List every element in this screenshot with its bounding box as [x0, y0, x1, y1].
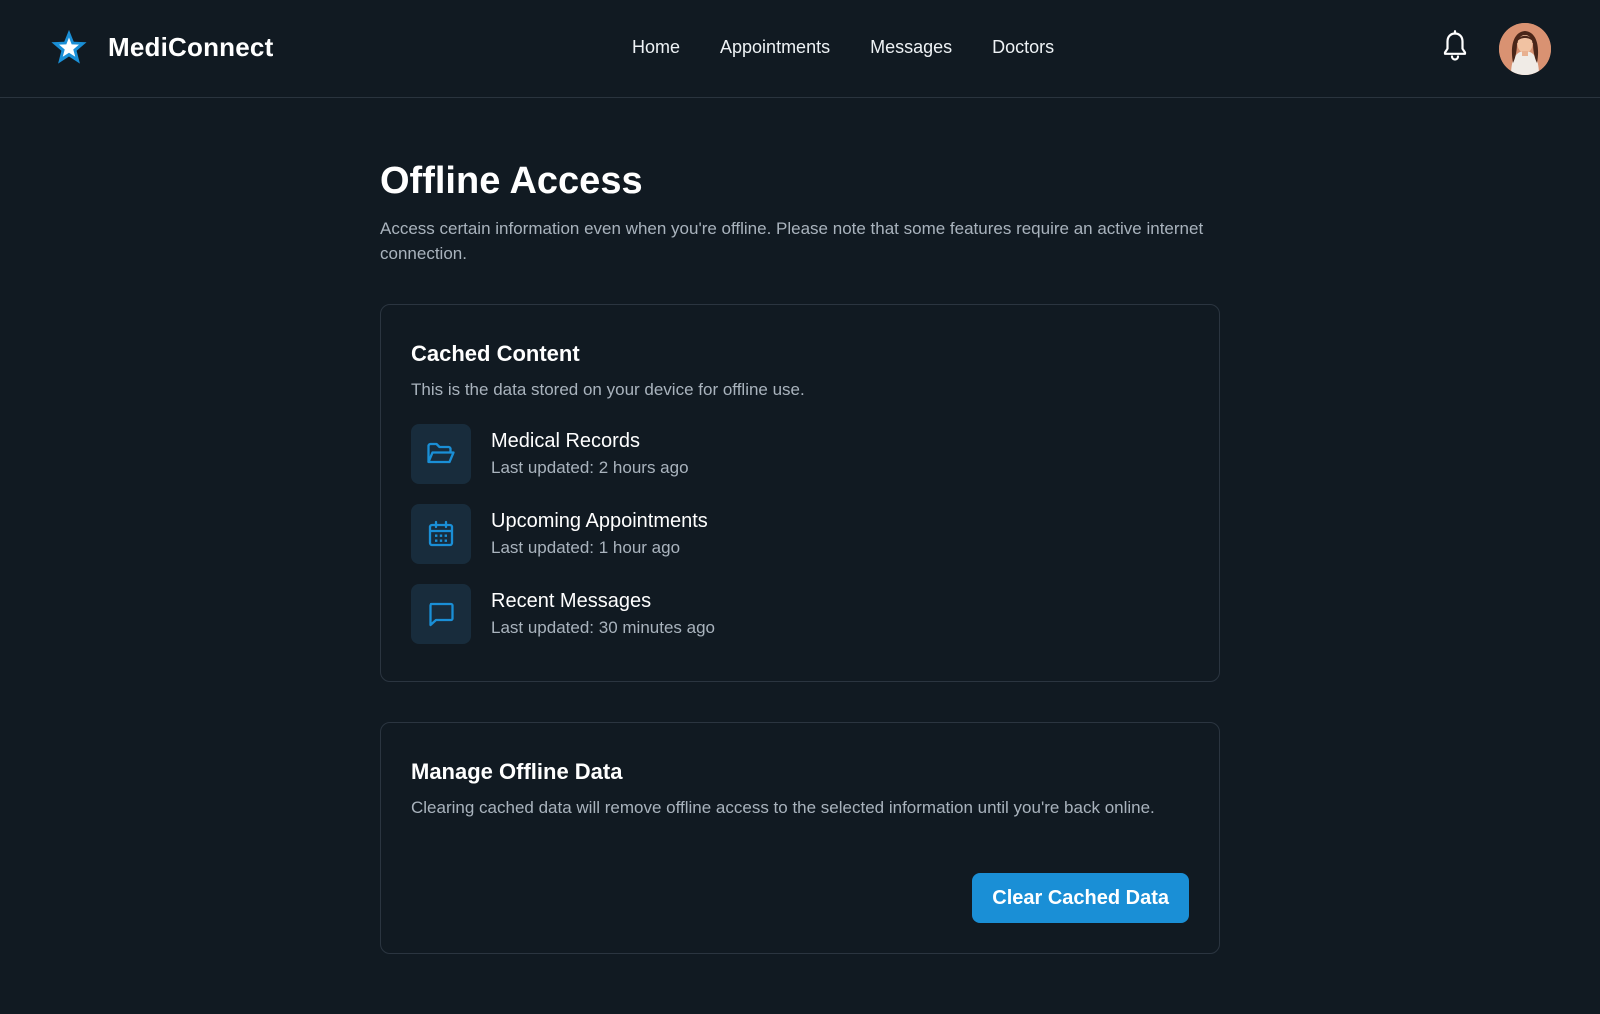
item-title: Recent Messages: [491, 590, 652, 612]
top-navigation-bar: MediConnect Home Appointments Messages D…: [0, 0, 1600, 98]
avatar-portrait-icon: [1499, 23, 1551, 75]
item-updated: Last updated: 2 hours ago: [491, 458, 689, 477]
manage-offline-data-description: Clearing cached data will remove offline…: [411, 798, 1155, 817]
message-icon: [411, 584, 471, 644]
nav-home[interactable]: Home: [632, 37, 680, 58]
item-title: Medical Records: [491, 430, 640, 452]
page-title: Offline Access: [380, 160, 643, 202]
nav-appointments[interactable]: Appointments: [720, 37, 830, 58]
cached-items-list: Medical Records Last updated: 2 hours ag…: [411, 424, 1189, 644]
star-icon: [51, 29, 87, 64]
cached-content-title: Cached Content: [411, 341, 580, 366]
bell-icon[interactable]: [1441, 30, 1469, 62]
manage-offline-data-title: Manage Offline Data: [411, 759, 623, 784]
item-updated: Last updated: 1 hour ago: [491, 538, 681, 557]
folder-open-icon: [411, 424, 471, 484]
cached-content-card: Cached Content This is the data stored o…: [380, 304, 1220, 682]
clear-cached-data-button[interactable]: Clear Cached Data: [972, 873, 1189, 923]
nav-messages[interactable]: Messages: [870, 37, 952, 58]
item-updated: Last updated: 30 minutes ago: [491, 618, 715, 637]
cached-item-medical-records[interactable]: Medical Records Last updated: 2 hours ag…: [411, 424, 1189, 484]
nav-doctors[interactable]: Doctors: [992, 37, 1054, 58]
calendar-icon: [411, 504, 471, 564]
brand[interactable]: MediConnect: [50, 28, 273, 66]
item-title: Upcoming Appointments: [491, 510, 708, 532]
main-nav: Home Appointments Messages Doctors: [632, 37, 1054, 58]
brand-name: MediConnect: [108, 31, 274, 62]
cached-content-description: This is the data stored on your device f…: [411, 380, 805, 399]
main-content: Offline Access Access certain informatio…: [380, 158, 1220, 266]
cached-item-upcoming-appointments[interactable]: Upcoming Appointments Last updated: 1 ho…: [411, 504, 1189, 564]
page-description: Access certain information even when you…: [380, 219, 1204, 263]
user-avatar[interactable]: [1499, 23, 1551, 75]
cached-item-recent-messages[interactable]: Recent Messages Last updated: 30 minutes…: [411, 584, 1189, 644]
manage-offline-data-card: Manage Offline Data Clearing cached data…: [380, 722, 1220, 954]
